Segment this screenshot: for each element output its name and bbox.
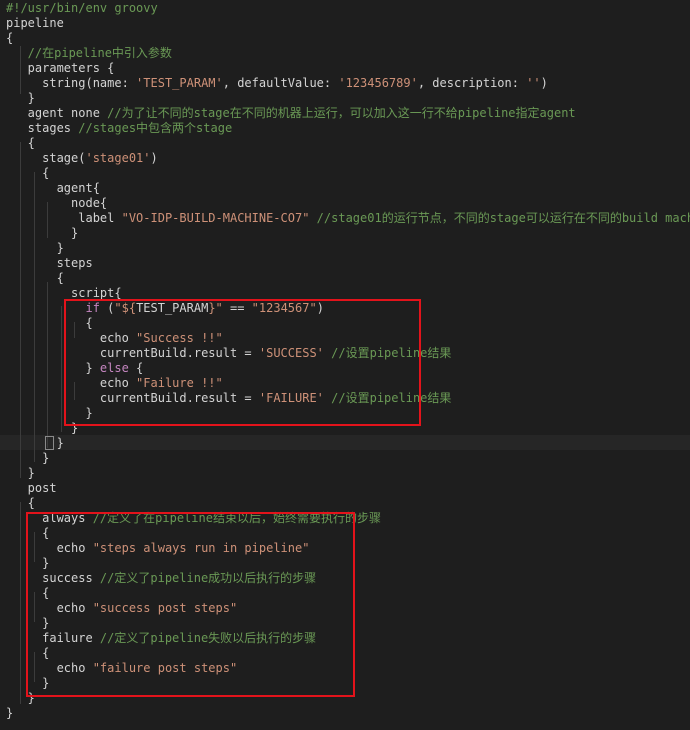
code-line[interactable]: { [6,136,690,151]
code-token: //stages中包含两个stage [78,121,233,135]
code-line[interactable]: } [6,91,690,106]
code-token: } [6,466,35,480]
code-line[interactable]: #!/usr/bin/env groovy [6,1,690,16]
code-token: stage( [6,151,86,165]
code-token: { [6,136,35,150]
code-token: agent none [6,106,108,120]
bracket-match-marker [45,436,54,450]
code-line[interactable]: string(name: 'TEST_PARAM', defaultValue:… [6,76,690,91]
code-token: //为了让不同的stage在不同的机器上运行，可以加入这一行不给pipeline… [107,106,576,120]
code-token: script{ [6,286,122,300]
code-token: { [6,496,35,510]
code-token: agent{ [6,181,100,195]
code-token: { [6,271,64,285]
highlight-box-script [64,299,421,426]
code-token: //stage01的运行节点，不同的stage可以运行在不同的build mac… [316,211,690,225]
code-token: 'TEST_PARAM' [136,76,223,90]
code-line[interactable]: } [6,436,690,451]
code-token: stages [6,121,79,135]
code-token: node{ [6,196,108,210]
code-token: } [6,451,50,465]
highlight-box-post [26,512,355,697]
code-token: 'stage01' [85,151,151,165]
code-line[interactable]: agent none //为了让不同的stage在不同的机器上运行，可以加入这一… [6,106,690,121]
code-editor[interactable]: #!/usr/bin/env groovy pipeline{ //在pipeli… [0,0,690,730]
code-line[interactable]: } [6,226,690,241]
code-line[interactable]: } [6,451,690,466]
code-token: } [6,436,64,450]
code-token: ) [540,76,548,90]
code-token: label [6,211,122,225]
code-token: } [6,91,35,105]
code-line[interactable]: post [6,481,690,496]
code-line[interactable]: { [6,496,690,511]
code-line[interactable]: } [6,241,690,256]
code-line[interactable]: stage('stage01') [6,151,690,166]
code-token: //在pipeline中引入参数 [6,46,172,60]
code-token: } [6,226,79,240]
code-token: #!/usr/bin/env groovy [6,1,158,15]
code-token: { [6,31,14,45]
code-line[interactable]: { [6,271,690,286]
code-line[interactable]: //在pipeline中引入参数 [6,46,690,61]
code-token: '' [526,76,541,90]
code-token: } [6,706,14,720]
code-token: ) [150,151,158,165]
code-line[interactable]: } [6,706,690,721]
code-line[interactable]: { [6,31,690,46]
code-token: , description: [417,76,527,90]
code-token: , defaultValue: [222,76,339,90]
code-line[interactable]: node{ [6,196,690,211]
code-token: steps [6,256,93,270]
code-line[interactable]: { [6,166,690,181]
code-line[interactable]: steps [6,256,690,271]
code-token: string(name: [6,76,137,90]
code-token: post [6,481,57,495]
code-line[interactable]: agent{ [6,181,690,196]
code-token: '123456789' [338,76,418,90]
code-line[interactable]: parameters { [6,61,690,76]
code-token: parameters { [6,61,115,75]
code-line[interactable]: label "VO-IDP-BUILD-MACHINE-CO7" //stage… [6,211,690,226]
code-line[interactable]: stages //stages中包含两个stage [6,121,690,136]
code-token: } [6,241,64,255]
code-line[interactable]: pipeline [6,16,690,31]
code-token: { [6,166,50,180]
code-token: pipeline [6,16,64,30]
code-token: "VO-IDP-BUILD-MACHINE-CO7" [121,211,310,225]
code-line[interactable]: } [6,466,690,481]
